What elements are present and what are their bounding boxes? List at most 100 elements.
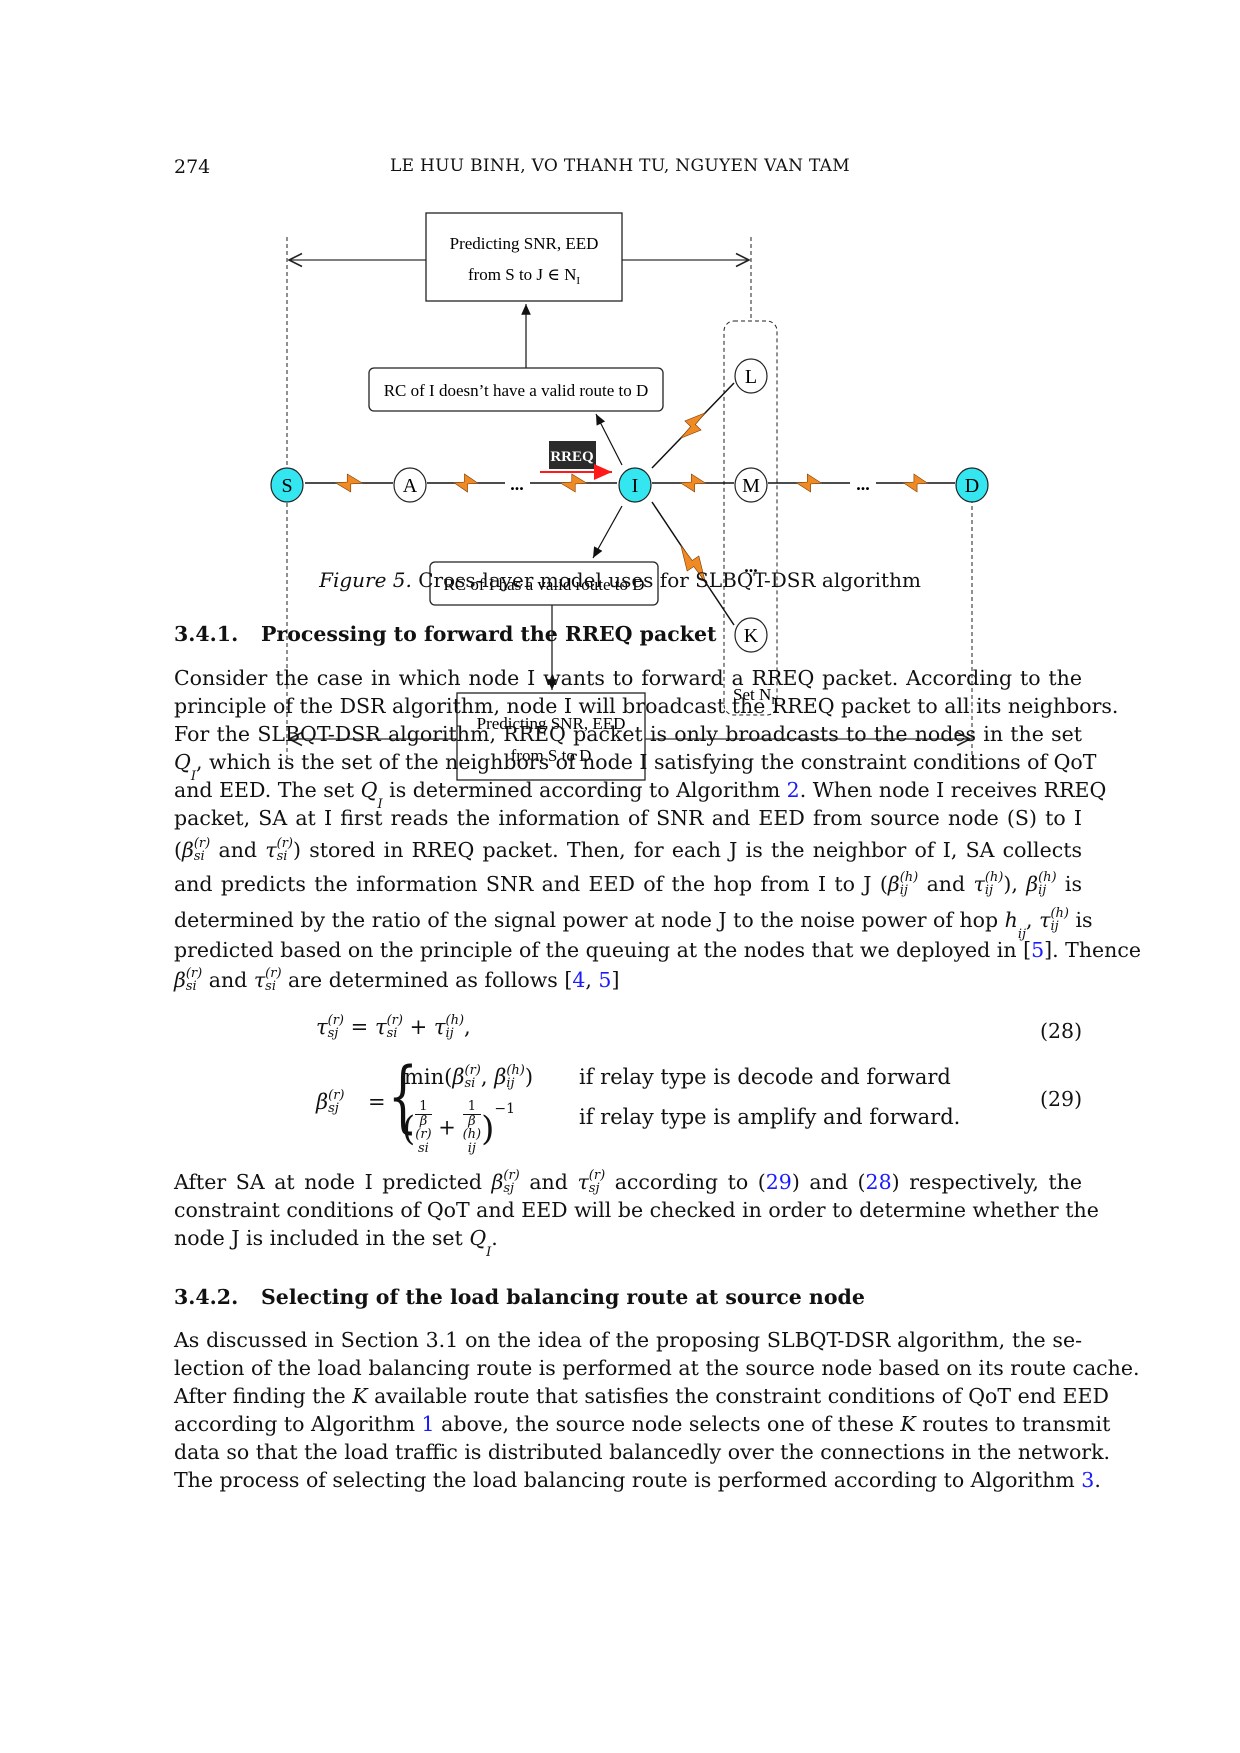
text-run: , which is the set of the neighbors of n… — [195, 750, 1097, 774]
text-run: and — [210, 838, 266, 862]
citation-link[interactable]: 5 — [1031, 938, 1044, 962]
text-run: ) — [524, 1065, 534, 1089]
text-line: determined by the ratio of the signal po… — [174, 905, 1093, 941]
text-run: min( — [404, 1065, 453, 1089]
math-base: K — [900, 1412, 916, 1436]
text-run: determined by the ratio of the signal po… — [174, 908, 1005, 932]
equation-28: τ (r) sj = τ (r) si + τ (h) ij, — [316, 1012, 471, 1041]
text-run: . — [491, 1226, 498, 1250]
math-scripts: (h) ij — [446, 1014, 465, 1040]
text-run: After finding the — [174, 1384, 353, 1408]
text-run: After SA at node I predicted — [174, 1170, 492, 1194]
math-scripts: (r) si — [277, 837, 293, 863]
text-line: After finding the K available route that… — [174, 1382, 1109, 1410]
citation-link[interactable]: 28 — [866, 1170, 892, 1194]
math-base: h — [1004, 908, 1018, 932]
math-symbol: Q I — [174, 750, 196, 783]
citation-link[interactable]: 29 — [766, 1170, 792, 1194]
text-run: and — [918, 872, 974, 896]
node-label: I — [632, 475, 639, 497]
link-i-l — [651, 382, 735, 469]
text-run: node J is included in the set — [174, 1226, 470, 1250]
top-box-line2: from S to J ∈ N — [468, 265, 576, 284]
link-dots-d — [876, 473, 955, 493]
node-label: K — [744, 625, 759, 647]
subscript: sj — [588, 1180, 600, 1196]
text-run: ) and ( — [791, 1170, 866, 1194]
node-label: D — [965, 475, 979, 497]
superscript: (r) — [503, 1167, 520, 1183]
math-symbol: τ (r) sj — [577, 1169, 605, 1195]
text-run: and predicts the information SNR and EED… — [174, 872, 888, 896]
math-symbol: τ (r) sj — [316, 1014, 344, 1040]
superscript: (h) — [984, 869, 1004, 885]
math-base: τ — [265, 838, 277, 862]
top-box — [425, 212, 623, 302]
text-line: As discussed in Section 3.1 on the idea … — [174, 1326, 1082, 1354]
subscript: ij — [899, 882, 908, 898]
text-run: above, the source node selects one of th… — [434, 1412, 901, 1436]
frac1-numerator: 1 — [415, 1099, 432, 1116]
text-run: , — [480, 1065, 495, 1089]
math-base: Q — [360, 778, 378, 802]
superscript: (r) — [386, 1012, 403, 1028]
math-symbol: τ (r) si — [374, 1012, 403, 1041]
math-scripts: (r) sj — [589, 1169, 605, 1195]
text-line: For the SLBQT-DSR algorithm, RREQ packet… — [174, 720, 1082, 748]
math-symbol: K — [900, 1412, 915, 1436]
math-symbol: β (r) sj — [316, 1089, 345, 1115]
case2-condition: if relay type is amplify and forward. — [579, 1105, 961, 1129]
math-symbol: β (r) si — [182, 837, 210, 863]
math-symbol: τ (h) ij — [973, 871, 1004, 897]
math-scripts: (h) ij — [1038, 871, 1057, 897]
citation-link[interactable]: 2 — [787, 778, 800, 802]
math-scripts: (h) ij — [506, 1064, 525, 1090]
superscript: (h) — [899, 869, 919, 885]
section-heading-341: 3.4.1. Processing to forward the RREQ pac… — [174, 622, 717, 646]
math-scripts: (r) sj — [328, 1014, 344, 1040]
link-m-dots — [768, 473, 850, 493]
math-scripts: (h) ij — [900, 871, 919, 897]
math-base: K — [352, 1384, 368, 1408]
citation-link[interactable]: 3 — [1081, 1468, 1094, 1492]
math-base: β — [182, 838, 194, 862]
citation-link[interactable]: 4 — [572, 968, 585, 992]
figure-caption: Figure 5. Cross-layer model uses for SLB… — [0, 568, 1240, 592]
caption-label: Figure 5. — [319, 568, 412, 592]
citation-link[interactable]: 5 — [598, 968, 611, 992]
link-i-m — [652, 473, 734, 493]
text-line: Q I, which is the set of the neighbors o… — [174, 748, 1096, 783]
svg-text:from S to J ∈ NI: from S to J ∈ NI — [468, 265, 580, 287]
subscript: sj — [328, 1100, 339, 1116]
subscript: si — [265, 978, 276, 994]
text-run: are determined as follows [ — [281, 968, 573, 992]
subscript: si — [386, 1025, 398, 1041]
text-run: according to Algorithm — [174, 1412, 422, 1436]
math-base: β — [174, 968, 186, 992]
text-line: node J is included in the set Q I. — [174, 1224, 1082, 1259]
link-i-k — [651, 501, 735, 626]
math-base: τ — [374, 1015, 387, 1039]
node-label: S — [281, 475, 292, 497]
text-line: (β (r) si and τ (r) si) stored in RREQ packe… — [174, 836, 1082, 865]
ellipsis-a-i: ... — [510, 474, 524, 494]
text-run: ]. Thence — [1044, 938, 1141, 962]
math-scripts: (r) sj — [328, 1089, 344, 1115]
superscript: (h) — [1038, 869, 1057, 885]
text-run: is determined according to Algorithm — [382, 778, 787, 802]
node-a: A — [393, 467, 427, 503]
math-scripts: (r) sj — [503, 1169, 519, 1195]
math-symbol: Q I — [469, 1226, 491, 1259]
text-run: ( — [174, 838, 182, 862]
superscript: (r) — [185, 965, 203, 981]
math-symbol: β (h) ij — [494, 1064, 525, 1090]
citation-link[interactable]: 1 — [422, 1412, 435, 1436]
superscript: (h) — [1050, 905, 1069, 921]
math-scripts: (h) ij — [985, 871, 1004, 897]
subscript: ij — [506, 1075, 515, 1091]
subscript: ij — [984, 882, 994, 898]
math-scripts: I — [486, 1233, 491, 1259]
superscript: (r) — [328, 1087, 345, 1103]
text-line: data so that the load traffic is distrib… — [174, 1438, 1110, 1466]
text-run: and — [519, 1170, 578, 1194]
